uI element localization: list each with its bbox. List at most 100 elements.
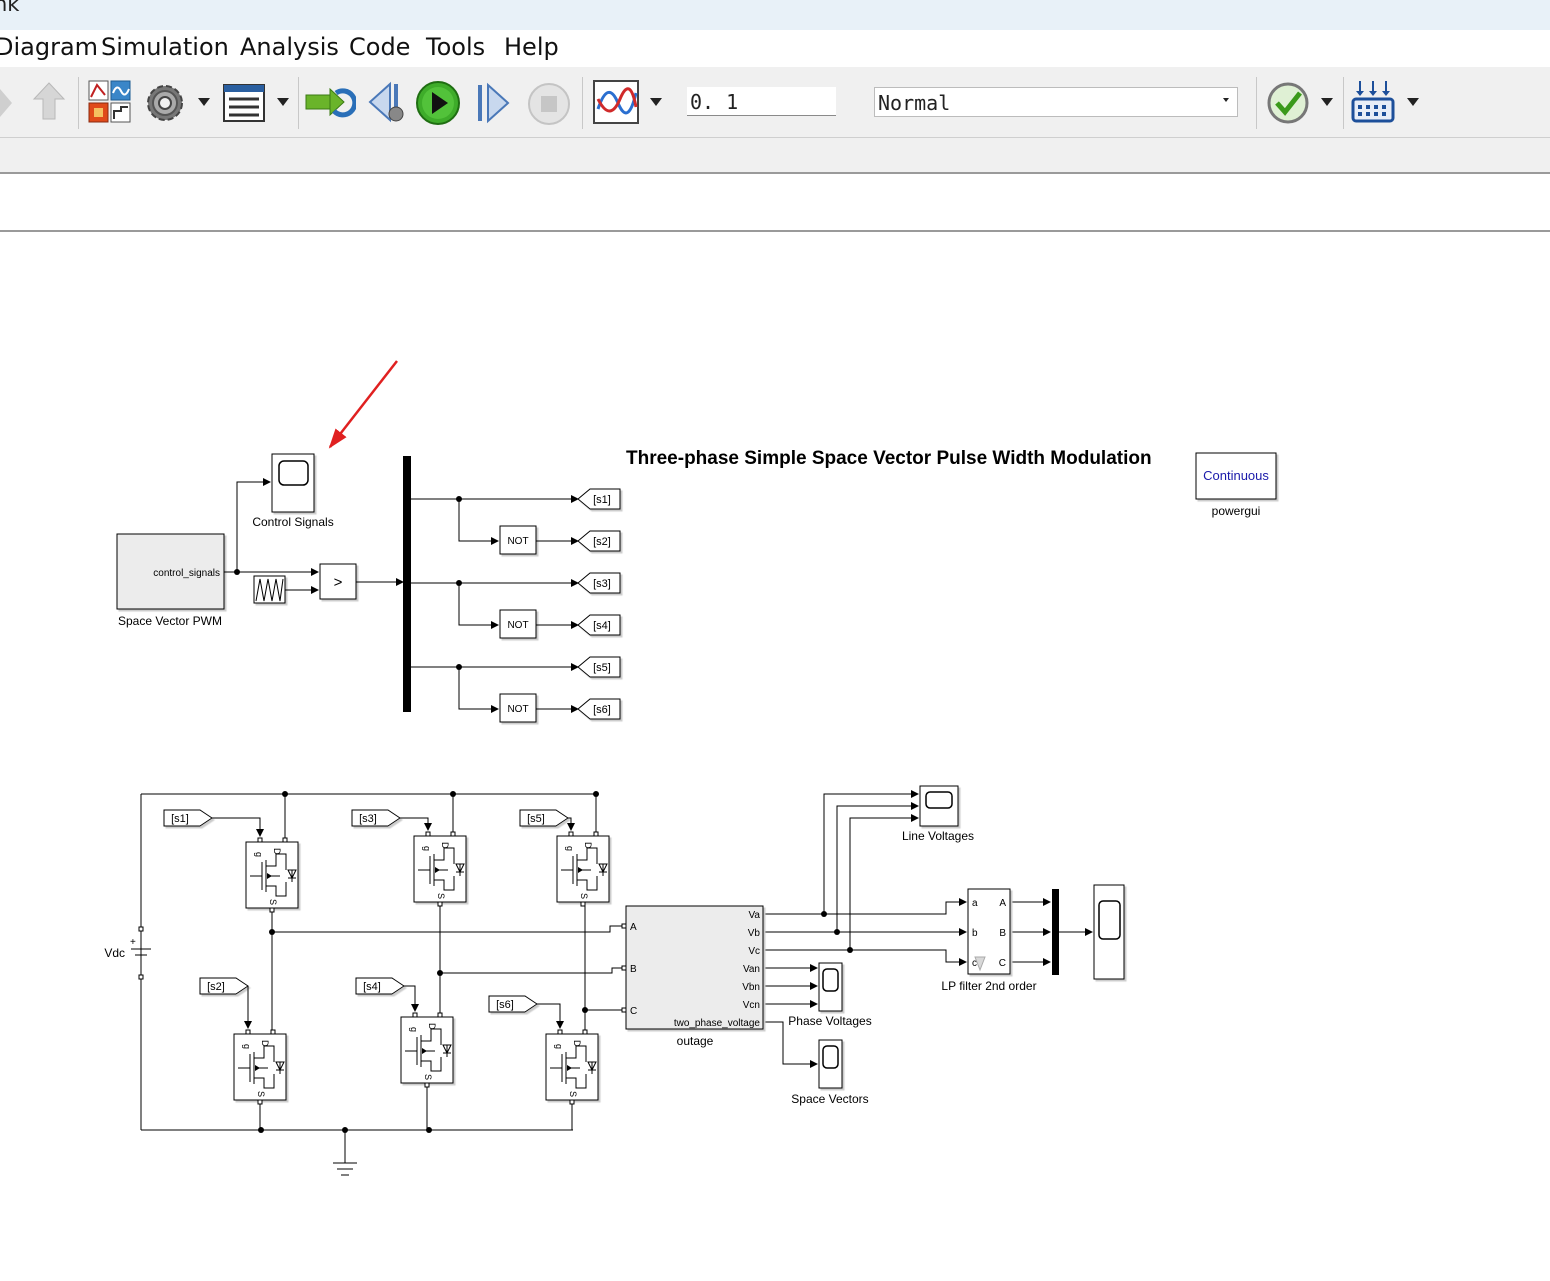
- line-voltages-label: Line Voltages: [902, 829, 974, 843]
- forward-arrow-icon[interactable]: [0, 85, 14, 121]
- check-dropdown-icon[interactable]: [1321, 98, 1333, 106]
- powergui-label: powergui: [1212, 504, 1261, 518]
- svpwm-label: Space Vector PWM: [118, 614, 222, 628]
- menu-diagram[interactable]: Diagram: [0, 33, 98, 61]
- breadcrumb-bar: [0, 178, 1550, 232]
- model-canvas[interactable]: Three-phase Simple Space Vector Pulse Wi…: [0, 233, 1550, 1281]
- sub-in-c: C: [630, 1006, 637, 1017]
- from-tag-block[interactable]: [s6]: [488, 995, 538, 1013]
- not-gate-block[interactable]: NOT: [499, 525, 537, 555]
- from-tag-block[interactable]: [s2]: [199, 977, 249, 995]
- block-diagram[interactable]: Three-phase Simple Space Vector Pulse Wi…: [0, 233, 1550, 1281]
- from-tag-label: [s2]: [207, 981, 225, 993]
- goto-tag-block[interactable]: [s6]: [577, 698, 621, 720]
- goto-tag-label: [s6]: [593, 704, 611, 716]
- filter-out-a: A: [999, 898, 1006, 909]
- from-tag-label: [s4]: [363, 981, 381, 993]
- from-tag-block[interactable]: [s5]: [519, 809, 569, 827]
- simulation-mode-select[interactable]: Normal: [874, 87, 1238, 117]
- stop-time-input[interactable]: 0. 1: [687, 87, 836, 116]
- sub-in-b: B: [630, 964, 637, 975]
- not-gate-block[interactable]: NOT: [499, 609, 537, 639]
- goto-tag-block[interactable]: [s3]: [577, 572, 621, 594]
- annotation-arrow: [328, 360, 398, 449]
- goto-tag-label: [s3]: [593, 578, 611, 590]
- filter-in-b: b: [972, 928, 978, 939]
- simulation-data-inspector-icon[interactable]: [592, 79, 640, 125]
- phase-voltages-scope[interactable]: [818, 962, 843, 1012]
- update-diagram-icon[interactable]: [304, 83, 356, 123]
- menu-help[interactable]: Help: [504, 33, 559, 61]
- sub-out-two-phase: two_phase_voltage: [674, 1018, 761, 1029]
- hardware-dropdown-icon[interactable]: [1407, 98, 1419, 106]
- mosfet-block[interactable]: g D S: [233, 1029, 287, 1105]
- mosfet-gate-pin: g: [242, 1044, 252, 1049]
- goto-tag-block[interactable]: [s2]: [577, 530, 621, 552]
- model-explorer-icon[interactable]: [222, 83, 266, 123]
- svpwm-port-label: control_signals: [153, 568, 220, 579]
- step-forward-icon[interactable]: [474, 81, 514, 125]
- sub-out-vc: Vc: [748, 946, 760, 957]
- mux-block[interactable]: [1052, 889, 1059, 975]
- menu-tools[interactable]: Tools: [426, 33, 485, 61]
- space-vectors-scope[interactable]: [818, 1039, 843, 1089]
- inverter-subsystem-block[interactable]: A B C Va Vb Vc Van Vbn Vcn two_phase_vol…: [625, 905, 764, 1030]
- mosfet-source-pin: S: [256, 1091, 266, 1097]
- goto-tag-block[interactable]: [s4]: [577, 614, 621, 636]
- filtered-voltages-scope[interactable]: [1093, 884, 1125, 980]
- line-voltages-scope[interactable]: [919, 785, 959, 827]
- lp-filter-block[interactable]: a b c A B C: [967, 888, 1011, 975]
- menu-code[interactable]: Code: [349, 33, 410, 61]
- library-browser-icon[interactable]: [87, 79, 133, 125]
- filter-out-b: B: [999, 928, 1006, 939]
- vdc-plus-sign: +: [130, 937, 136, 948]
- mosfet-block[interactable]: g D S: [400, 1012, 454, 1088]
- from-tag-block[interactable]: [s4]: [355, 977, 405, 995]
- from-tag-block[interactable]: [s3]: [351, 809, 401, 827]
- sub-out-vbn: Vbn: [742, 982, 760, 993]
- powergui-block[interactable]: Continuous: [1195, 452, 1277, 500]
- mosfet-block[interactable]: g D S: [413, 831, 467, 907]
- step-back-icon[interactable]: [366, 80, 408, 124]
- explorer-dropdown-icon[interactable]: [277, 98, 289, 106]
- demux-block[interactable]: [403, 456, 411, 712]
- control-scope-block[interactable]: [271, 453, 315, 513]
- mosfet-gate-pin: g: [422, 846, 432, 851]
- mosfet-gate-pin: g: [254, 852, 264, 857]
- goto-tag-block[interactable]: [s5]: [577, 656, 621, 678]
- mosfet-source-pin: S: [568, 1091, 578, 1097]
- up-arrow-icon[interactable]: [32, 81, 66, 121]
- window-title-bar: nk: [0, 0, 1550, 30]
- control-scope-label: Control Signals: [252, 515, 333, 529]
- svpwm-block[interactable]: control_signals: [116, 533, 225, 610]
- sub-out-va: Va: [749, 910, 761, 921]
- mosfet-source-pin: S: [423, 1074, 433, 1080]
- mosfet-gate-pin: g: [565, 846, 575, 851]
- hardware-board-icon[interactable]: [1350, 79, 1396, 125]
- check-model-icon[interactable]: [1266, 81, 1310, 125]
- from-tag-block[interactable]: [s1]: [163, 809, 213, 827]
- goto-tag-block[interactable]: [s1]: [577, 488, 621, 510]
- mosfet-block[interactable]: g D S: [556, 831, 610, 907]
- menu-simulation[interactable]: Simulation: [101, 33, 229, 61]
- from-tag-label: [s3]: [359, 813, 377, 825]
- mosfet-source-pin: S: [579, 893, 589, 899]
- subsystem-label: outage: [677, 1034, 714, 1048]
- mosfet-block[interactable]: g D S: [245, 837, 299, 913]
- mosfet-source-pin: S: [436, 893, 446, 899]
- run-icon[interactable]: [414, 79, 462, 127]
- mosfet-block[interactable]: g D S: [545, 1029, 599, 1105]
- not-gate-block[interactable]: NOT: [499, 693, 537, 723]
- carrier-triangle-block[interactable]: [253, 575, 286, 604]
- explorer-bar: [0, 138, 1550, 174]
- model-settings-gear-icon[interactable]: [142, 80, 188, 126]
- window-title: nk: [0, 0, 20, 16]
- menu-analysis[interactable]: Analysis: [240, 33, 339, 61]
- powergui-mode: Continuous: [1203, 468, 1269, 483]
- sdi-dropdown-icon[interactable]: [650, 98, 662, 106]
- mosfet-gate-pin: g: [554, 1044, 564, 1049]
- stop-icon[interactable]: [526, 81, 572, 127]
- goto-tag-label: [s2]: [593, 536, 611, 548]
- settings-dropdown-icon[interactable]: [198, 98, 210, 106]
- relational-operator-block[interactable]: >: [319, 563, 357, 600]
